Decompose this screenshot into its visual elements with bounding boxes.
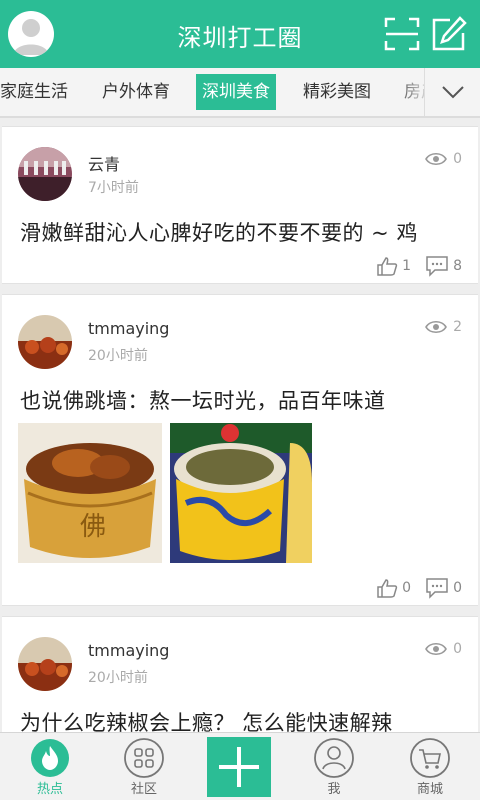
view-count: 0 — [425, 639, 462, 659]
post-feed: 云青 7小时前 0 滑嫩鲜甜沁人心脾好吃的不要不要的 ~ 鸡 1 8 tmmay… — [0, 120, 480, 732]
view-count: 2 — [425, 317, 462, 337]
like-button[interactable]: 1 — [376, 255, 411, 277]
plus-icon — [219, 747, 259, 787]
author-avatar[interactable] — [18, 315, 72, 369]
thumbs-up-icon — [377, 579, 398, 598]
post-text[interactable]: 滑嫩鲜甜沁人心脾好吃的不要不要的 ~ 鸡 — [20, 217, 418, 247]
post-time: 7小时前 — [88, 180, 139, 196]
scan-icon[interactable] — [384, 16, 420, 52]
eye-icon — [425, 152, 448, 166]
post-text[interactable]: 为什么吃辣椒会上瘾？ 怎么能快速解辣 — [20, 707, 393, 732]
post-stats: 0 0 — [362, 577, 462, 599]
tab-family-life[interactable]: 家庭生活 — [0, 74, 74, 110]
author-name[interactable]: tmmaying — [88, 641, 169, 660]
like-button[interactable]: 0 — [376, 577, 411, 599]
post-card[interactable]: tmmaying 20小时前 2 也说佛跳墙：熬一坛时光，品百年味道 佛 0 0 — [2, 294, 478, 606]
avatar-photo — [18, 637, 72, 691]
tab-shenzhen-food[interactable]: 深圳美食 — [196, 74, 276, 110]
shopping-cart-icon — [410, 738, 450, 778]
post-card[interactable]: tmmaying 20小时前 0 为什么吃辣椒会上瘾？ 怎么能快速解辣 — [2, 616, 478, 732]
svg-text:佛: 佛 — [80, 512, 106, 542]
post-card[interactable]: 云青 7小时前 0 滑嫩鲜甜沁人心脾好吃的不要不要的 ~ 鸡 1 8 — [2, 126, 478, 284]
post-stats: 1 8 — [362, 255, 462, 277]
post-image[interactable] — [170, 423, 312, 563]
post-time: 20小时前 — [88, 348, 148, 364]
comment-icon — [426, 578, 448, 599]
eye-icon — [425, 320, 448, 334]
view-count: 0 — [425, 149, 462, 169]
avatar-photo — [18, 147, 72, 201]
post-text[interactable]: 也说佛跳墙：熬一坛时光，品百年味道 — [20, 385, 386, 415]
nav-community[interactable]: 社区 — [114, 733, 174, 800]
post-image[interactable]: 佛 — [18, 423, 162, 563]
chevron-down-icon — [442, 86, 464, 99]
avatar-photo — [18, 315, 72, 369]
grid-icon — [124, 738, 164, 778]
nav-hot[interactable]: 热点 — [20, 733, 80, 800]
comment-icon — [426, 256, 448, 277]
author-name[interactable]: tmmaying — [88, 319, 169, 338]
thumbs-up-icon — [377, 257, 398, 276]
author-avatar[interactable] — [18, 637, 72, 691]
author-name[interactable]: 云青 — [88, 151, 120, 175]
nav-me[interactable]: 我 — [304, 733, 364, 800]
app-header: 深圳打工圈 — [0, 0, 480, 68]
food-photo-pot — [170, 423, 312, 563]
flame-icon — [31, 739, 69, 777]
comment-button[interactable]: 0 — [425, 577, 462, 599]
person-icon — [314, 738, 354, 778]
post-time: 20小时前 — [88, 670, 148, 686]
bottom-nav: 热点 社区 我 商城 — [0, 732, 480, 800]
comment-button[interactable]: 8 — [425, 255, 462, 277]
author-avatar[interactable] — [18, 147, 72, 201]
food-photo-jar: 佛 — [18, 423, 162, 563]
edit-icon[interactable] — [430, 15, 468, 53]
eye-icon — [425, 642, 448, 656]
category-tabs: 家庭生活 户外体育 深圳美食 精彩美图 房产 — [0, 68, 480, 118]
nav-mall[interactable]: 商城 — [400, 733, 460, 800]
create-post-button[interactable] — [207, 737, 271, 797]
tab-wonderful-photos[interactable]: 精彩美图 — [297, 74, 377, 110]
tab-outdoor-sports[interactable]: 户外体育 — [96, 74, 176, 110]
more-tabs-button[interactable] — [424, 68, 480, 116]
